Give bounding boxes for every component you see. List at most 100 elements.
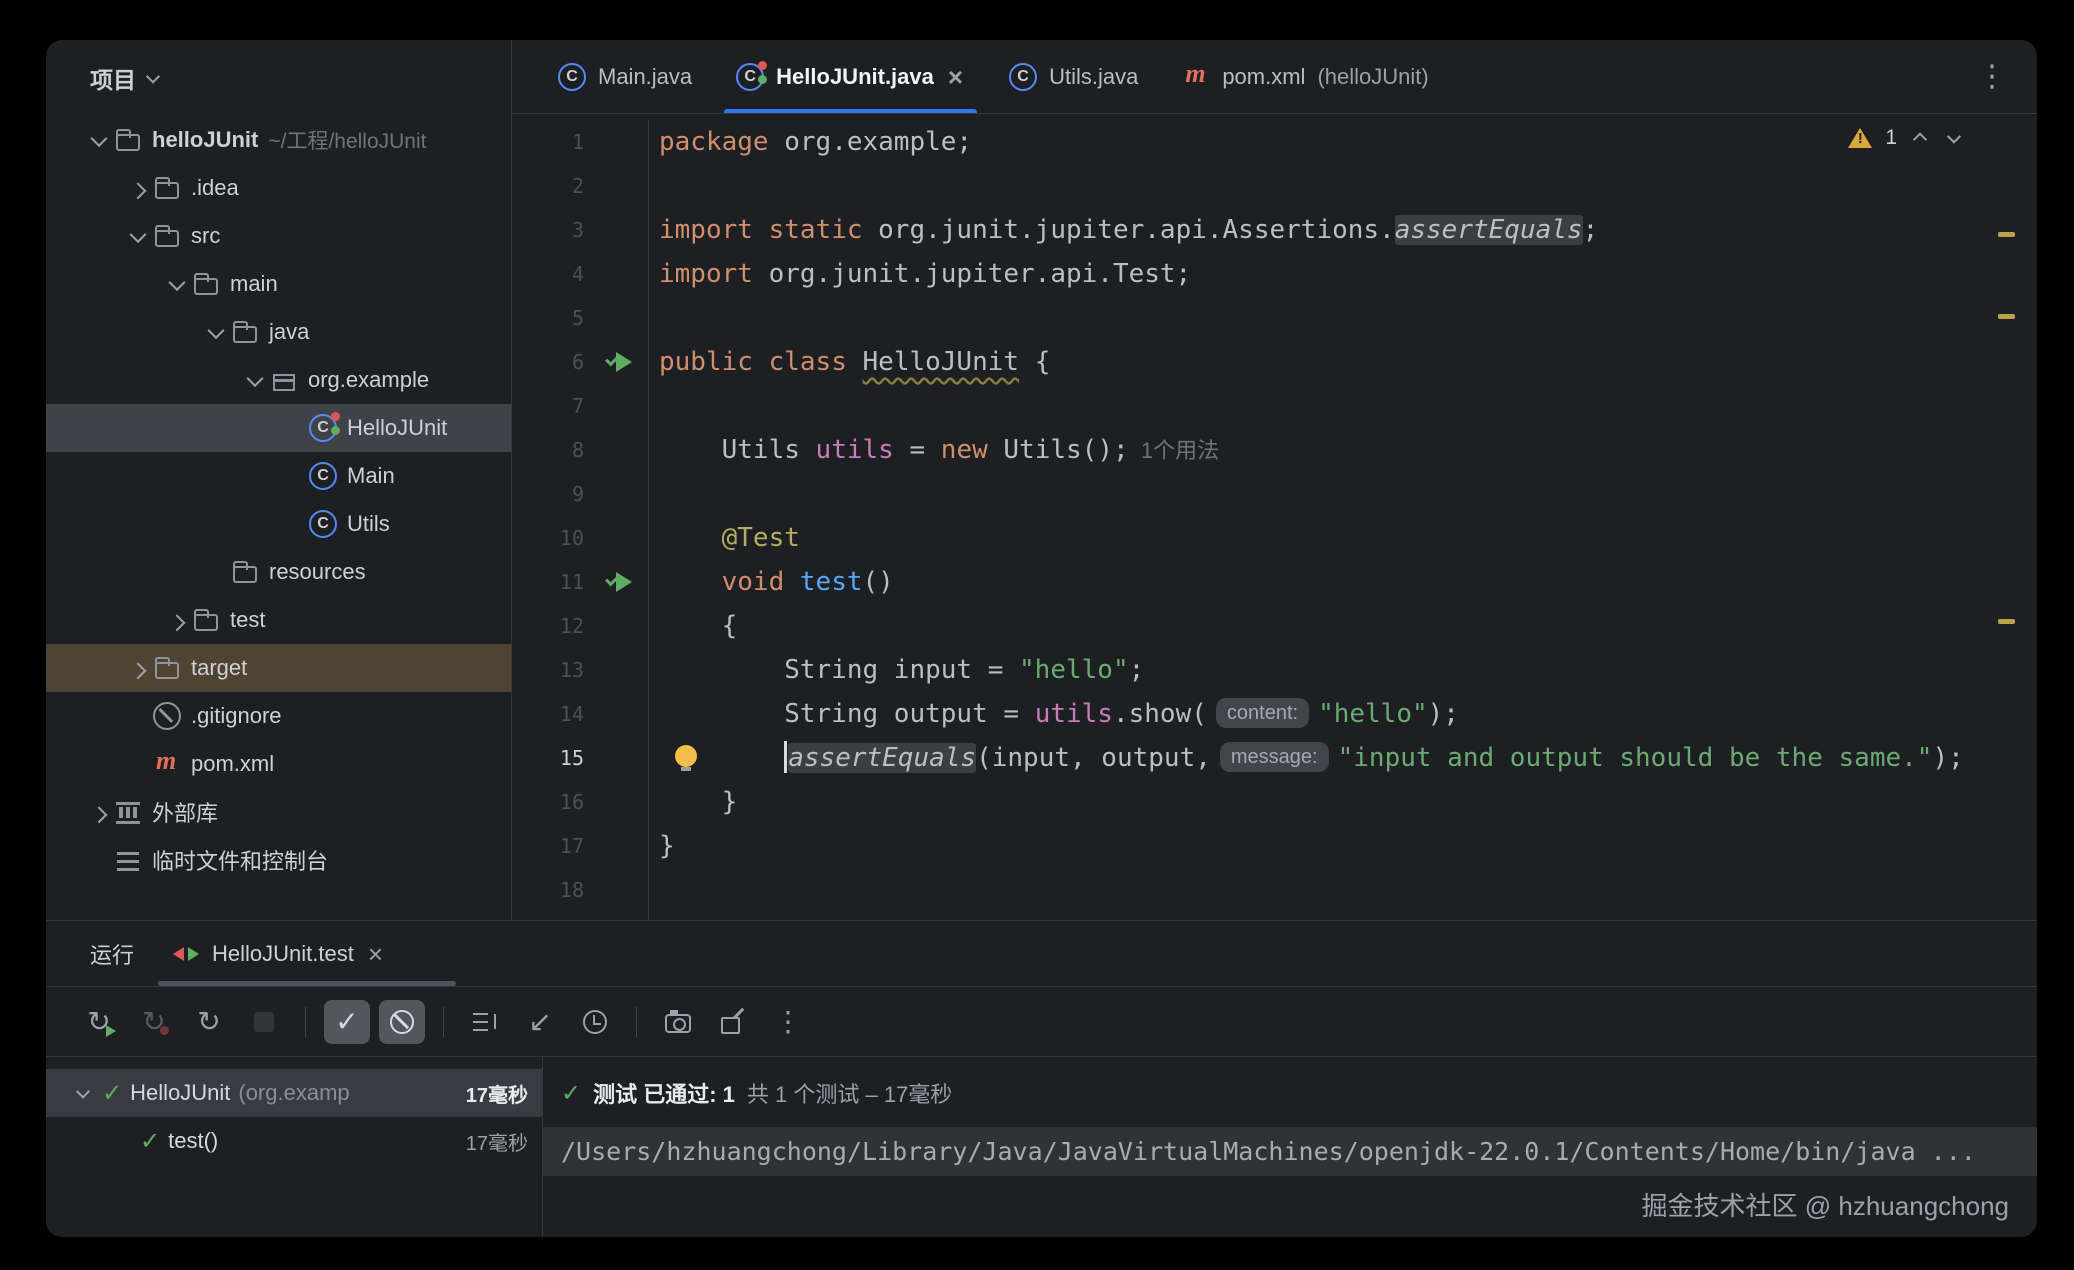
inspection-widget[interactable]: 1	[1847, 126, 1965, 150]
test-tree-item-test-method[interactable]: test() 17毫秒	[46, 1117, 542, 1165]
chevron-right-icon[interactable]	[84, 797, 114, 827]
console-command-line[interactable]: /Users/hzhuangchong/Library/Java/JavaVir…	[543, 1127, 2037, 1176]
gutter-line[interactable]: 8	[512, 428, 648, 472]
sort-by-duration-icon[interactable]	[462, 1000, 508, 1044]
stop-icon[interactable]	[241, 1000, 287, 1044]
close-icon[interactable]: ×	[946, 64, 965, 90]
gutter-line[interactable]: 13	[512, 648, 648, 692]
show-passed-toggle[interactable]	[324, 1000, 370, 1044]
test-tree-item-hellojunit[interactable]: HelloJUnit (org.examp 17毫秒	[46, 1069, 542, 1117]
tree-item-idea[interactable]: .idea	[46, 164, 511, 212]
chevron-up-icon[interactable]	[1909, 127, 1931, 149]
tab-main-java[interactable]: Main.java	[536, 40, 714, 113]
gutter-line[interactable]: 6	[512, 340, 648, 384]
code-line[interactable]: import org.junit.jupiter.api.Test;	[659, 252, 2037, 296]
code-line[interactable]: void test()	[659, 560, 2037, 604]
code-token: String input =	[659, 655, 1019, 685]
gutter-line[interactable]: 5	[512, 296, 648, 340]
code-line[interactable]	[659, 472, 2037, 516]
more-icon[interactable]	[1977, 59, 2007, 94]
scroll-marker[interactable]	[1998, 619, 2015, 624]
code-line[interactable]	[659, 296, 2037, 340]
code-area[interactable]: package org.example; import static org.ju…	[648, 120, 2037, 920]
gutter-line[interactable]: 16	[512, 780, 648, 824]
gutter-line[interactable]: 2	[512, 164, 648, 208]
code-line[interactable]: package org.example;	[659, 120, 2037, 164]
code-line[interactable]: public class HelloJUnit {	[659, 340, 2037, 384]
tree-item-utils[interactable]: Utils	[46, 500, 511, 548]
chevron-down-icon[interactable]	[240, 365, 270, 395]
tree-item-hellojunit[interactable]: HelloJUnit	[46, 404, 511, 452]
tree-item-org-example[interactable]: org.example	[46, 356, 511, 404]
auto-test-icon[interactable]	[186, 1000, 232, 1044]
tree-item-main-class[interactable]: Main	[46, 452, 511, 500]
code-line[interactable]: }	[659, 824, 2037, 868]
tree-item-src[interactable]: src	[46, 212, 511, 260]
tab-hellojunit-java[interactable]: HelloJUnit.java ×	[714, 40, 987, 113]
code-line[interactable]: String input = "hello";	[659, 648, 2037, 692]
close-icon[interactable]: ×	[366, 941, 385, 967]
export-icon[interactable]	[710, 1000, 756, 1044]
chevron-right-icon[interactable]	[123, 653, 153, 683]
scroll-marker[interactable]	[1998, 232, 2015, 237]
gutter-line[interactable]: 11	[512, 560, 648, 604]
rerun-failed-icon[interactable]	[131, 1000, 177, 1044]
tree-item-gitignore[interactable]: .gitignore	[46, 692, 511, 740]
tree-item-pom-xml[interactable]: pom.xml	[46, 740, 511, 788]
more-icon[interactable]	[765, 1000, 811, 1044]
gutter-line[interactable]: 7	[512, 384, 648, 428]
tab-scrollbar[interactable]	[158, 981, 456, 986]
show-ignored-toggle[interactable]	[379, 1000, 425, 1044]
gutter-line[interactable]: 15	[512, 736, 648, 780]
gutter-line[interactable]: 14	[512, 692, 648, 736]
gutter-line[interactable]: 18	[512, 868, 648, 912]
tree-item-hellojunit-root[interactable]: helloJUnit ~/工程/helloJUnit	[46, 116, 511, 164]
scroll-marker[interactable]	[1998, 314, 2015, 319]
run-test-icon[interactable]	[608, 570, 634, 594]
gutter-line[interactable]: 3	[512, 208, 648, 252]
project-panel-header[interactable]: 项目	[46, 40, 511, 116]
tree-item-test[interactable]: test	[46, 596, 511, 644]
gutter-line[interactable]: 10	[512, 516, 648, 560]
tab-pom-xml[interactable]: pom.xml (helloJUnit)	[1160, 40, 1450, 113]
code-line[interactable]	[659, 164, 2037, 208]
gutter-line[interactable]: 12	[512, 604, 648, 648]
chevron-down-icon[interactable]	[72, 1082, 94, 1104]
chevron-down-icon[interactable]	[201, 317, 231, 347]
camera-icon[interactable]	[655, 1000, 701, 1044]
tree-item-scratches[interactable]: 临时文件和控制台	[46, 836, 511, 884]
chevron-right-icon[interactable]	[123, 173, 153, 203]
chevron-down-icon[interactable]	[84, 125, 114, 155]
code-line[interactable]: import static org.junit.jupiter.api.Asse…	[659, 208, 2037, 252]
rerun-icon[interactable]	[76, 1000, 122, 1044]
tree-item-resources[interactable]: resources	[46, 548, 511, 596]
code-line[interactable]: String output = utils.show(content:"hell…	[659, 692, 2037, 736]
code-line[interactable]	[659, 384, 2037, 428]
chevron-right-icon[interactable]	[162, 605, 192, 635]
code-line[interactable]	[659, 868, 2037, 912]
clock-icon[interactable]	[572, 1000, 618, 1044]
code-line[interactable]: Utils utils = new Utils(); 1个用法	[659, 428, 2037, 472]
code-line[interactable]: @Test	[659, 516, 2037, 560]
jump-to-source-icon[interactable]	[517, 1000, 563, 1044]
tree-item-main[interactable]: main	[46, 260, 511, 308]
run-tab-hellojunit-test[interactable]: HelloJUnit.test ×	[172, 940, 385, 968]
code-line[interactable]: assertEquals(input, output,message:"inpu…	[659, 736, 2037, 780]
gutter-line[interactable]: 4	[512, 252, 648, 296]
gutter-line[interactable]: 9	[512, 472, 648, 516]
tree-item-external-libraries[interactable]: 外部库	[46, 788, 511, 836]
code-token	[784, 567, 800, 597]
gutter-line[interactable]: 17	[512, 824, 648, 868]
lightbulb-icon[interactable]	[675, 745, 697, 767]
gutter-line[interactable]: 1	[512, 120, 648, 164]
tree-item-java[interactable]: java	[46, 308, 511, 356]
code-line[interactable]: }	[659, 780, 2037, 824]
chevron-down-icon[interactable]	[162, 269, 192, 299]
tree-item-target[interactable]: target	[46, 644, 511, 692]
code-line[interactable]: {	[659, 604, 2037, 648]
chevron-down-icon[interactable]	[1943, 127, 1965, 149]
editor-body[interactable]: 123456789101112131415161718 package org.…	[512, 114, 2037, 920]
run-test-icon[interactable]	[608, 350, 634, 374]
tab-utils-java[interactable]: Utils.java	[987, 40, 1160, 113]
chevron-down-icon[interactable]	[123, 221, 153, 251]
